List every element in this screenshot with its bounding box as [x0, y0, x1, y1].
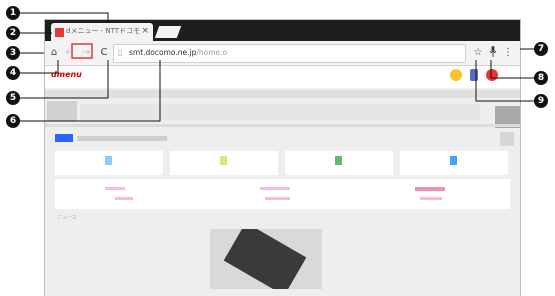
callout-5: 5: [6, 91, 20, 105]
callout-2: 2: [6, 26, 20, 40]
callout-8: 8: [534, 71, 548, 85]
callout-leaders: [20, 12, 540, 122]
nav-buttons-highlight: [71, 43, 93, 59]
callout-3: 3: [6, 46, 20, 60]
callout-1: 1: [6, 6, 20, 20]
callout-4: 4: [6, 66, 20, 80]
callout-7: 7: [534, 42, 548, 56]
callout-9: 9: [534, 94, 548, 108]
callout-6: 6: [6, 114, 20, 128]
